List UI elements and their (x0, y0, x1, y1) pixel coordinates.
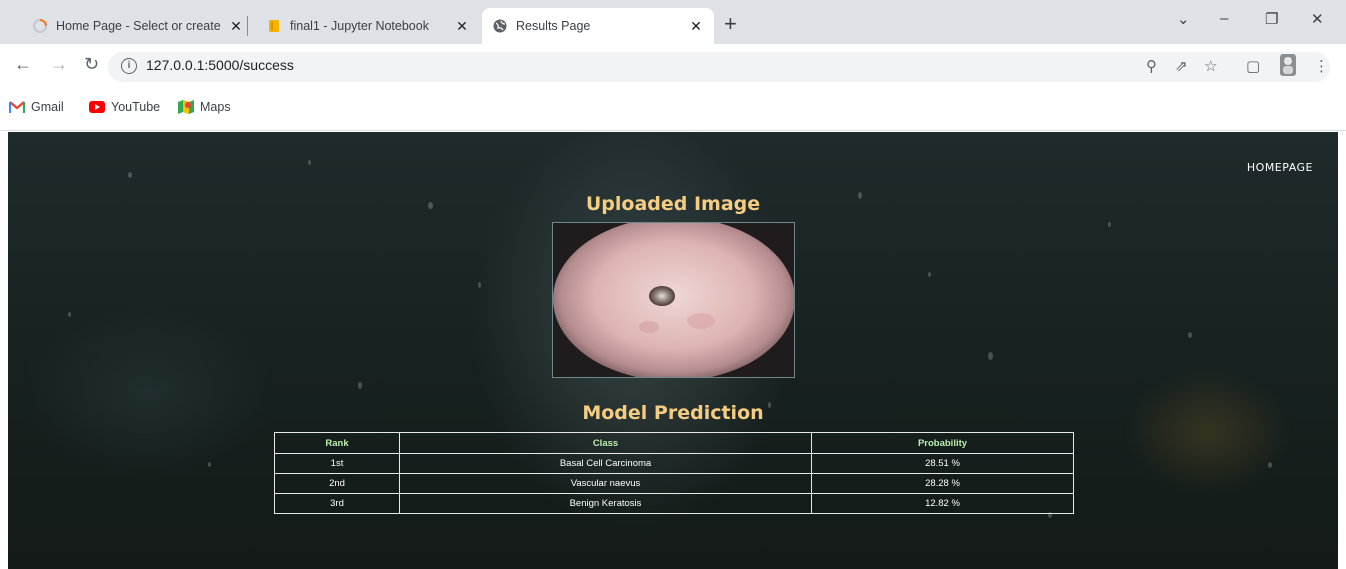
uploaded-image (552, 222, 795, 378)
tab-search-icon[interactable]: ⌄ (1177, 10, 1190, 28)
youtube-icon (89, 100, 105, 114)
tab-results-page[interactable]: Results Page ✕ (482, 8, 714, 44)
column-header-probability: Probability (811, 432, 1074, 454)
bookmark-youtube[interactable]: YouTube (89, 100, 160, 114)
bookmark-label: YouTube (111, 100, 161, 114)
probability-cell: 28.28 % (811, 473, 1074, 494)
table-row: 1st Basal Cell Carcinoma 28.51 % (274, 453, 1074, 474)
bookmark-gmail[interactable]: Gmail (8, 100, 64, 114)
globe-icon (492, 18, 508, 34)
forward-icon[interactable]: → (50, 54, 68, 75)
new-tab-button[interactable]: + (724, 13, 737, 35)
url-text[interactable]: 127.0.0.1:5000/success (146, 57, 294, 73)
tab-strip: Home Page - Select or create a n ✕ final… (0, 0, 1346, 44)
notebook-icon (266, 18, 282, 34)
class-cell: Benign Keratosis (399, 493, 812, 514)
bookmark-label: Maps (200, 100, 231, 114)
class-cell: Vascular naevus (399, 473, 812, 494)
tab-separator (247, 16, 248, 36)
rank-cell: 3rd (274, 493, 400, 514)
homepage-link[interactable]: HOMEPAGE (1247, 161, 1313, 174)
share-icon[interactable]: ⇗ (1175, 57, 1188, 75)
close-tab-icon[interactable]: ✕ (228, 18, 244, 35)
menu-icon[interactable]: ⋮ (1314, 57, 1329, 75)
prediction-table: Rank Class Probability 1st Basal Cell Ca… (274, 432, 1074, 514)
model-prediction-heading: Model Prediction (582, 402, 764, 424)
back-icon[interactable]: ← (14, 54, 32, 75)
column-header-class: Class (399, 432, 812, 454)
tab-title: Results Page (516, 19, 591, 33)
minimize-icon[interactable]: – (1220, 10, 1228, 27)
tab-title: Home Page - Select or create a n (56, 19, 222, 33)
tab-title: final1 - Jupyter Notebook (290, 19, 429, 33)
tab-home-page[interactable]: Home Page - Select or create a n ✕ (22, 8, 254, 44)
bookmark-star-icon[interactable]: ☆ (1204, 57, 1217, 75)
probability-cell: 28.51 % (811, 453, 1074, 474)
uploaded-image-heading: Uploaded Image (585, 193, 761, 215)
page-content: HOMEPAGE Uploaded Image Model Prediction… (8, 132, 1338, 569)
reload-icon[interactable]: ↻ (84, 54, 99, 75)
side-panel-icon[interactable]: ▢ (1246, 57, 1260, 75)
restore-icon[interactable]: ❐ (1265, 10, 1278, 28)
spinner-icon (32, 18, 48, 34)
maps-icon (178, 100, 194, 114)
profile-avatar[interactable] (1279, 53, 1297, 81)
bookmark-maps[interactable]: Maps (178, 100, 231, 114)
table-row: 3rd Benign Keratosis 12.82 % (274, 493, 1074, 514)
zoom-icon[interactable]: ⚲ (1146, 57, 1157, 75)
close-window-icon[interactable]: ✕ (1311, 10, 1324, 28)
rank-cell: 2nd (274, 473, 400, 494)
gmail-icon (8, 100, 26, 114)
probability-cell: 12.82 % (811, 493, 1074, 514)
table-header-row: Rank Class Probability (274, 432, 1074, 454)
column-header-rank: Rank (274, 432, 400, 454)
close-tab-icon[interactable]: ✕ (454, 18, 470, 35)
site-info-icon[interactable]: i (121, 58, 137, 74)
close-tab-icon[interactable]: ✕ (688, 18, 704, 35)
class-cell: Basal Cell Carcinoma (399, 453, 812, 474)
rank-cell: 1st (274, 453, 400, 474)
table-row: 2nd Vascular naevus 28.28 % (274, 473, 1074, 494)
bookmark-label: Gmail (31, 100, 64, 114)
tab-jupyter[interactable]: final1 - Jupyter Notebook ✕ (256, 8, 480, 44)
